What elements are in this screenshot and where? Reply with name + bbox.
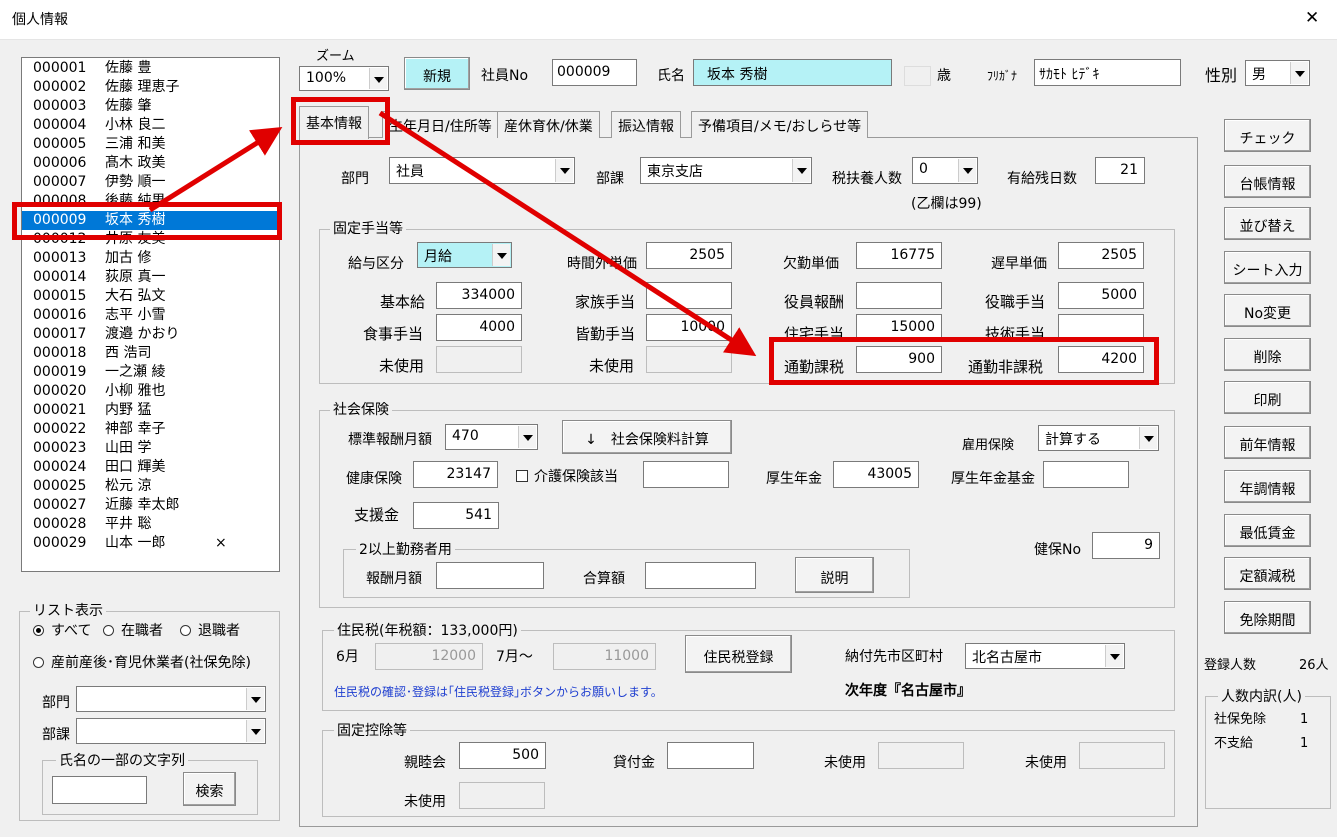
arrow-to-tab bbox=[148, 127, 283, 213]
arrow-to-commute bbox=[378, 110, 757, 357]
annotation-arrows bbox=[148, 110, 757, 357]
